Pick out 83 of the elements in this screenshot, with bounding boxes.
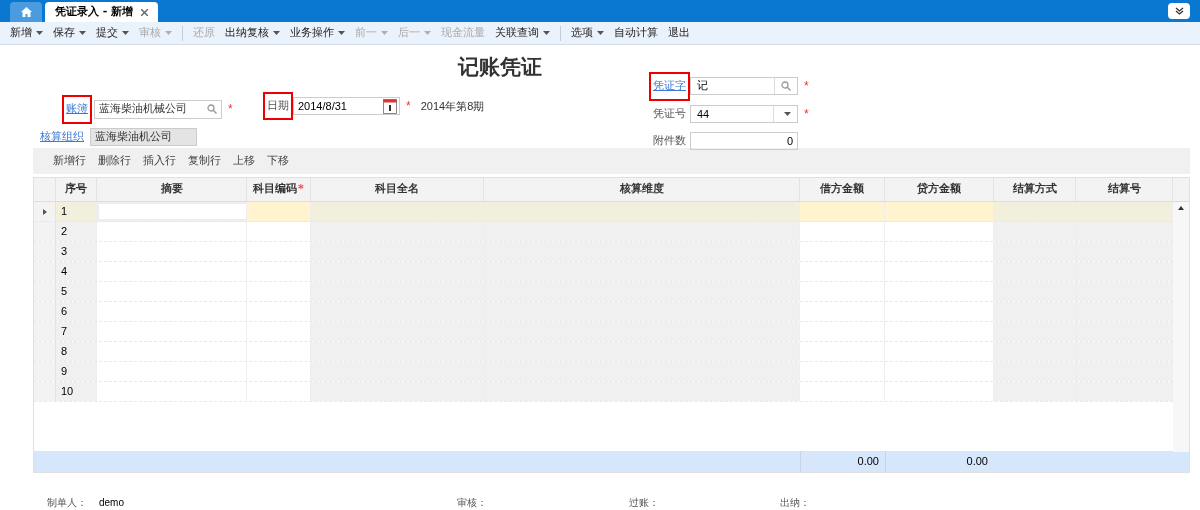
close-icon[interactable] (141, 8, 149, 16)
required-mark: * (228, 101, 233, 118)
table-row[interactable]: 10 (34, 382, 1173, 402)
table-cell: 4 (56, 262, 97, 281)
table-cell: 3 (56, 242, 97, 261)
field-label[interactable]: 凭证字 (651, 74, 688, 99)
credit-total: 0.00 (966, 454, 988, 470)
table-cell: 2 (56, 222, 97, 241)
table-row[interactable]: 5 (34, 282, 1173, 302)
footer-label: 审核： (457, 496, 487, 510)
caret-icon (784, 111, 791, 116)
grid-toolbar-button[interactable]: 下移 (267, 152, 289, 170)
home-icon (20, 7, 32, 17)
search-icon (781, 81, 791, 92)
column-header: 贷方金额 (885, 178, 994, 201)
grid-toolbar-button[interactable]: 删除行 (98, 152, 131, 170)
toolbar-button[interactable]: 选项 (566, 24, 609, 42)
table-row[interactable]: 9 (34, 362, 1173, 382)
footer-label: 制单人： (47, 496, 87, 510)
column-header: 科目全名 (311, 178, 484, 201)
voucher-title: 记账凭证 (458, 54, 542, 81)
table-row[interactable]: 8 (34, 342, 1173, 362)
field-label: 附件数 (652, 133, 687, 149)
toolbar-button[interactable]: 自动计算 (609, 24, 663, 42)
field-label: 凭证号 (652, 105, 687, 122)
table-row[interactable]: 3 (34, 242, 1173, 262)
field-label: 日期 (265, 93, 291, 119)
required-mark: * (804, 78, 809, 95)
table-row[interactable]: 6 (34, 302, 1173, 322)
table-row[interactable]: 1 (34, 202, 1173, 222)
column-header: 科目编码* (247, 178, 311, 201)
column-header: 结算号 (1076, 178, 1173, 201)
footer-value: demo (99, 496, 124, 510)
scrollbar[interactable] (1173, 202, 1189, 452)
grid-toolbar-button[interactable]: 上移 (233, 152, 255, 170)
date-field[interactable]: 2014/8/31 (293, 97, 400, 115)
required-mark: * (298, 181, 304, 198)
attachments-field[interactable]: 0 (690, 132, 798, 151)
search-icon (207, 104, 217, 115)
toolbar-button[interactable]: 提交 (91, 24, 134, 42)
toolbar-button[interactable]: 新增 (5, 24, 48, 42)
table-cell: 8 (56, 342, 97, 361)
grid-toolbar-button[interactable]: 复制行 (188, 152, 221, 170)
scroll-up-icon[interactable] (1178, 206, 1184, 210)
voucher-word-field[interactable]: 记 (690, 77, 798, 96)
toolbar-button[interactable]: 业务操作 (285, 24, 350, 42)
summary-input[interactable] (97, 202, 247, 221)
row-pointer-icon (42, 208, 47, 215)
chevron-down-icon (1174, 7, 1184, 15)
table-row[interactable]: 4 (34, 262, 1173, 282)
field-label[interactable]: 核算组织 (38, 124, 86, 149)
period-text: 2014年第8期 (420, 98, 485, 114)
book-field[interactable]: 蓝海柴油机械公司 (94, 99, 222, 119)
home-tab[interactable] (10, 2, 42, 22)
column-header: 摘要 (97, 178, 247, 201)
footer-label: 过账： (629, 496, 659, 510)
field-label[interactable]: 账簿 (64, 97, 90, 122)
table-row[interactable]: 2 (34, 222, 1173, 242)
table-cell: 9 (56, 362, 97, 381)
table-cell: 6 (56, 302, 97, 321)
table-cell: 5 (56, 282, 97, 301)
calendar-icon[interactable] (383, 98, 397, 114)
column-header: 结算方式 (994, 178, 1076, 201)
debit-total: 0.00 (857, 454, 879, 470)
required-mark: * (804, 105, 809, 122)
column-header: 核算维度 (484, 178, 800, 201)
column-header: 序号 (56, 178, 97, 201)
collapse-button[interactable] (1168, 3, 1190, 19)
toolbar-button[interactable]: 出纳复核 (220, 24, 285, 42)
required-mark: * (406, 98, 411, 114)
grid-toolbar-button[interactable]: 新增行 (53, 152, 86, 170)
voucher-no-field[interactable]: 44 (690, 104, 798, 123)
table-row[interactable]: 7 (34, 322, 1173, 342)
page-tab[interactable]: 凭证录入 - 新增 (45, 2, 159, 22)
toolbar-button[interactable]: 退出 (663, 24, 695, 42)
toolbar-button[interactable]: 保存 (48, 24, 91, 42)
org-field: 蓝海柴油机公司 (90, 127, 197, 146)
footer-label: 出纳： (780, 496, 810, 510)
toolbar-button[interactable]: 关联查询 (490, 24, 555, 42)
table-cell: 7 (56, 322, 97, 341)
column-header: 借方金额 (800, 178, 885, 201)
grid-toolbar-button[interactable]: 插入行 (143, 152, 176, 170)
table-cell: 10 (56, 382, 97, 401)
